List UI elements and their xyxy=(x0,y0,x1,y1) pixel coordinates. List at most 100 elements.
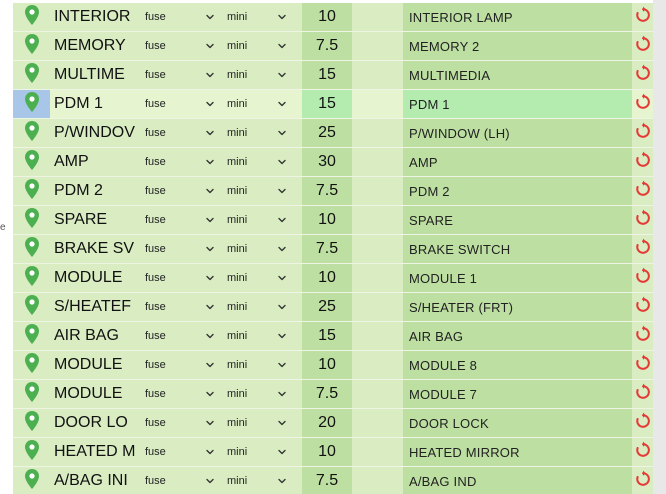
type-select[interactable]: fuse xyxy=(137,409,215,438)
reset-button[interactable] xyxy=(632,3,653,32)
refresh-icon[interactable] xyxy=(634,209,652,232)
description-field[interactable]: MODULE 7 xyxy=(403,380,632,409)
pin-cell[interactable] xyxy=(13,293,50,322)
amperage-field[interactable]: 10 xyxy=(302,206,352,235)
description-field[interactable]: SPARE xyxy=(403,206,632,235)
fuse-name-field[interactable]: MODULE xyxy=(50,351,137,380)
pin-cell[interactable] xyxy=(13,119,50,148)
type-select[interactable]: fuse xyxy=(137,293,215,322)
reset-button[interactable] xyxy=(632,61,653,90)
map-pin-icon[interactable] xyxy=(24,352,39,378)
map-pin-icon[interactable] xyxy=(24,381,39,407)
description-field[interactable]: PDM 2 xyxy=(403,177,632,206)
map-pin-icon[interactable] xyxy=(24,439,39,465)
description-field[interactable]: HEATED MIRROR xyxy=(403,438,632,467)
refresh-icon[interactable] xyxy=(634,470,652,493)
pin-cell[interactable] xyxy=(13,61,50,90)
size-select[interactable]: mini xyxy=(215,409,291,438)
type-select[interactable]: fuse xyxy=(137,119,215,148)
fuse-name-field[interactable]: A/BAG INI xyxy=(50,467,137,494)
size-select[interactable]: mini xyxy=(215,206,291,235)
refresh-icon[interactable] xyxy=(634,354,652,377)
type-select[interactable]: fuse xyxy=(137,380,215,409)
refresh-icon[interactable] xyxy=(634,325,652,348)
table-row[interactable]: MEMORY fuse mini 7.5 MEMORY 2 xyxy=(13,32,653,61)
description-field[interactable]: MULTIMEDIA xyxy=(403,61,632,90)
table-row[interactable]: AIR BAG fuse mini 15 AIR BAG xyxy=(13,322,653,351)
refresh-icon[interactable] xyxy=(634,383,652,406)
table-row[interactable]: MODULE fuse mini 10 MODULE 1 xyxy=(13,264,653,293)
reset-button[interactable] xyxy=(632,119,653,148)
fuse-name-field[interactable]: MODULE xyxy=(50,264,137,293)
refresh-icon[interactable] xyxy=(634,412,652,435)
map-pin-icon[interactable] xyxy=(24,178,39,204)
table-row[interactable]: PDM 1 fuse mini 15 PDM 1 xyxy=(13,90,653,119)
pin-cell[interactable] xyxy=(13,206,50,235)
pin-cell[interactable] xyxy=(13,32,50,61)
refresh-icon[interactable] xyxy=(634,180,652,203)
size-select[interactable]: mini xyxy=(215,177,291,206)
amperage-field[interactable]: 15 xyxy=(302,322,352,351)
fuse-name-field[interactable]: PDM 2 xyxy=(50,177,137,206)
amperage-field[interactable]: 10 xyxy=(302,264,352,293)
amperage-field[interactable]: 25 xyxy=(302,119,352,148)
description-field[interactable]: AIR BAG xyxy=(403,322,632,351)
fuse-name-field[interactable]: BRAKE SV xyxy=(50,235,137,264)
table-row[interactable]: HEATED M fuse mini 10 HEATED MIRROR xyxy=(13,438,653,467)
pin-cell[interactable] xyxy=(13,177,50,206)
type-select[interactable]: fuse xyxy=(137,467,215,494)
reset-button[interactable] xyxy=(632,380,653,409)
pin-cell[interactable] xyxy=(13,438,50,467)
reset-button[interactable] xyxy=(632,264,653,293)
type-select[interactable]: fuse xyxy=(137,90,215,119)
amperage-field[interactable]: 30 xyxy=(302,148,352,177)
pin-cell[interactable] xyxy=(13,3,50,32)
reset-button[interactable] xyxy=(632,90,653,119)
map-pin-icon[interactable] xyxy=(24,468,39,494)
pin-cell[interactable] xyxy=(13,409,50,438)
reset-button[interactable] xyxy=(632,322,653,351)
fuse-name-field[interactable]: INTERIOR xyxy=(50,3,137,32)
table-row[interactable]: AMP fuse mini 30 AMP xyxy=(13,148,653,177)
amperage-field[interactable]: 15 xyxy=(302,90,352,119)
amperage-field[interactable]: 25 xyxy=(302,293,352,322)
map-pin-icon[interactable] xyxy=(24,207,39,233)
table-row[interactable]: SPARE fuse mini 10 SPARE xyxy=(13,206,653,235)
table-row[interactable]: DOOR LO fuse mini 20 DOOR LOCK xyxy=(13,409,653,438)
table-row[interactable]: S/HEATEF fuse mini 25 S/HEATER (FRT) xyxy=(13,293,653,322)
reset-button[interactable] xyxy=(632,32,653,61)
fuse-name-field[interactable]: HEATED M xyxy=(50,438,137,467)
description-field[interactable]: P/WINDOW (LH) xyxy=(403,119,632,148)
amperage-field[interactable]: 7.5 xyxy=(302,380,352,409)
size-select[interactable]: mini xyxy=(215,293,291,322)
amperage-field[interactable]: 10 xyxy=(302,351,352,380)
amperage-field[interactable]: 10 xyxy=(302,438,352,467)
size-select[interactable]: mini xyxy=(215,351,291,380)
map-pin-icon[interactable] xyxy=(24,33,39,59)
table-row[interactable]: BRAKE SV fuse mini 7.5 BRAKE SWITCH xyxy=(13,235,653,264)
description-field[interactable]: S/HEATER (FRT) xyxy=(403,293,632,322)
reset-button[interactable] xyxy=(632,148,653,177)
size-select[interactable]: mini xyxy=(215,467,291,494)
size-select[interactable]: mini xyxy=(215,438,291,467)
fuse-name-field[interactable]: MODULE xyxy=(50,380,137,409)
fuse-name-field[interactable]: S/HEATEF xyxy=(50,293,137,322)
fuse-name-field[interactable]: AIR BAG xyxy=(50,322,137,351)
table-row[interactable]: A/BAG INI fuse mini 7.5 A/BAG IND xyxy=(13,467,653,494)
description-field[interactable]: PDM 1 xyxy=(403,90,632,119)
type-select[interactable]: fuse xyxy=(137,61,215,90)
size-select[interactable]: mini xyxy=(215,90,291,119)
size-select[interactable]: mini xyxy=(215,380,291,409)
refresh-icon[interactable] xyxy=(634,64,652,87)
description-field[interactable]: A/BAG IND xyxy=(403,467,632,494)
table-row[interactable]: INTERIOR fuse mini 10 INTERIOR LAMP xyxy=(13,3,653,32)
reset-button[interactable] xyxy=(632,293,653,322)
pin-cell[interactable] xyxy=(13,148,50,177)
map-pin-icon[interactable] xyxy=(24,323,39,349)
type-select[interactable]: fuse xyxy=(137,235,215,264)
description-field[interactable]: MEMORY 2 xyxy=(403,32,632,61)
description-field[interactable]: DOOR LOCK xyxy=(403,409,632,438)
refresh-icon[interactable] xyxy=(634,151,652,174)
map-pin-icon[interactable] xyxy=(24,265,39,291)
pin-cell[interactable] xyxy=(13,264,50,293)
